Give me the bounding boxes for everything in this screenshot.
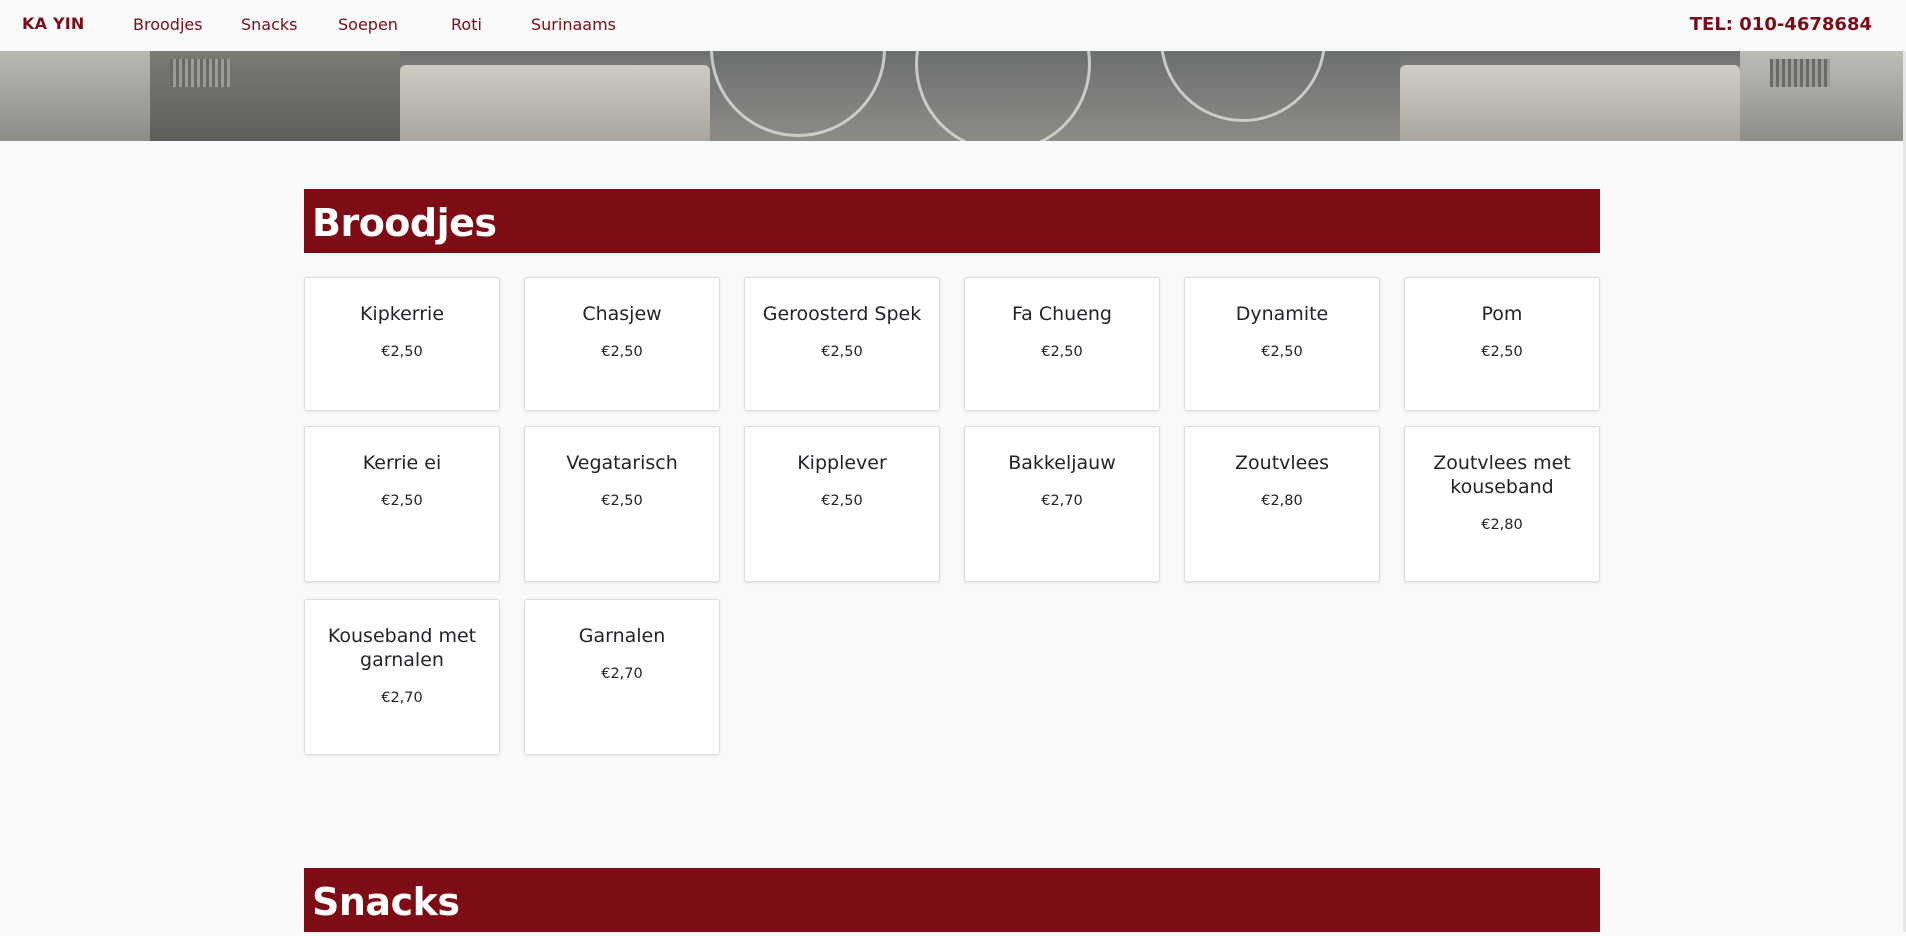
menu-item-price: €2,50: [821, 344, 863, 360]
menu-item-name: Kipkerrie: [359, 303, 445, 325]
menu-item-name: Kerrie ei: [362, 452, 442, 474]
menu-item-price: €2,50: [381, 344, 423, 360]
menu-item-card[interactable]: Kouseband met garnalen €2,70: [304, 599, 500, 755]
menu-item-price: €2,50: [601, 344, 643, 360]
brand-logo[interactable]: KA YIN: [22, 14, 84, 33]
menu-item-name: Zoutvlees: [1235, 452, 1329, 474]
menu-item-card[interactable]: Geroosterd Spek €2,50: [744, 277, 940, 411]
menu-item-card[interactable]: Zoutvlees met kouseband €2,80: [1404, 426, 1600, 582]
nav-link-roti[interactable]: Roti: [451, 15, 482, 34]
menu-item-card[interactable]: Fa Chueng €2,50: [964, 277, 1160, 411]
menu-item-price: €2,50: [1481, 344, 1523, 360]
menu-item-name: Dynamite: [1235, 303, 1329, 325]
nav-link-surinaams[interactable]: Surinaams: [531, 15, 616, 34]
menu-item-name: Fa Chueng: [1011, 303, 1112, 325]
navbar: KA YIN Broodjes Snacks Soepen Roti Surin…: [0, 0, 1906, 51]
menu-item-card[interactable]: Garnalen €2,70: [524, 599, 720, 755]
hero-concrete-step: [1400, 65, 1740, 141]
menu-item-price: €2,50: [1041, 344, 1083, 360]
menu-item-card[interactable]: Bakkeljauw €2,70: [964, 426, 1160, 582]
phone-number: TEL: 010-4678684: [1689, 14, 1872, 35]
nav-link-soepen[interactable]: Soepen: [338, 15, 398, 34]
menu-item-card[interactable]: Vegatarisch €2,50: [524, 426, 720, 582]
menu-item-price: €2,50: [821, 493, 863, 509]
menu-item-card[interactable]: Pom €2,50: [1404, 277, 1600, 411]
section-header-broodjes: Broodjes: [304, 189, 1600, 253]
hero-concrete-step: [400, 65, 710, 141]
menu-item-card[interactable]: Kerrie ei €2,50: [304, 426, 500, 582]
menu-item-name: Garnalen: [578, 625, 666, 647]
menu-item-name: Zoutvlees met kouseband: [1433, 452, 1571, 498]
menu-item-card[interactable]: Kipplever €2,50: [744, 426, 940, 582]
nav-link-snacks[interactable]: Snacks: [241, 15, 298, 34]
menu-item-price: €2,70: [381, 690, 423, 706]
menu-item-name: Bakkeljauw: [1008, 452, 1116, 474]
section-title: Broodjes: [312, 201, 497, 245]
nav-link-broodjes[interactable]: Broodjes: [133, 15, 203, 34]
hero-vent-grate: [170, 59, 230, 87]
menu-item-price: €2,50: [601, 493, 643, 509]
menu-item-card[interactable]: Dynamite €2,50: [1184, 277, 1380, 411]
menu-item-card[interactable]: Kipkerrie €2,50: [304, 277, 500, 411]
menu-item-price: €2,80: [1481, 517, 1523, 533]
menu-item-price: €2,50: [381, 493, 423, 509]
hero-stone-block: [0, 51, 150, 141]
menu-item-name: Kipplever: [797, 452, 887, 474]
menu-item-name: Geroosterd Spek: [762, 303, 922, 325]
menu-item-price: €2,50: [1261, 344, 1303, 360]
hero-vent-grate: [1770, 59, 1830, 87]
section-title: Snacks: [312, 880, 460, 924]
menu-item-card[interactable]: Chasjew €2,50: [524, 277, 720, 411]
menu-item-name: Chasjew: [582, 303, 662, 325]
menu-item-name: Pom: [1481, 303, 1523, 325]
section-header-snacks: Snacks: [304, 868, 1600, 932]
menu-item-price: €2,80: [1261, 493, 1303, 509]
menu-item-price: €2,70: [1041, 493, 1083, 509]
menu-item-price: €2,70: [601, 666, 643, 682]
menu-item-card[interactable]: Zoutvlees €2,80: [1184, 426, 1380, 582]
menu-item-name: Kouseband met garnalen: [327, 625, 477, 671]
hero-banner-image: [0, 51, 1906, 141]
menu-item-name: Vegatarisch: [566, 452, 678, 474]
